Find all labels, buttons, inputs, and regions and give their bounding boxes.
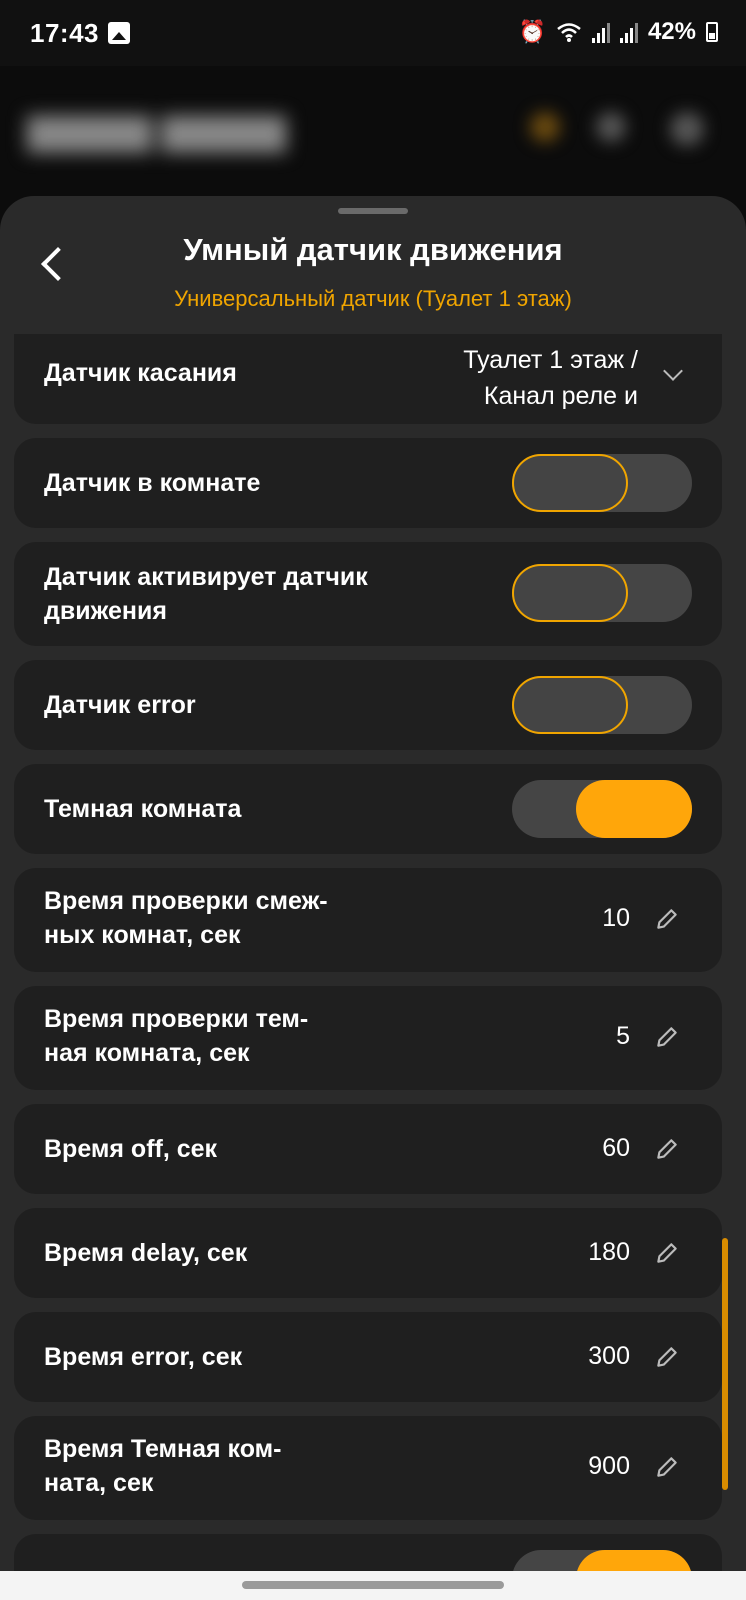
toggle-label: Датчик в комнате <box>44 469 261 497</box>
blurred-icon <box>530 112 560 142</box>
field-label-line1: Время Темная ком- <box>44 1435 282 1463</box>
sheet-title: Умный датчик движения <box>183 232 563 267</box>
toggle-knob <box>512 564 628 622</box>
settings-sheet: Умный датчик движения Универсальный датч… <box>0 196 746 1571</box>
battery-percent: 42% <box>647 18 696 45</box>
system-nav-bar <box>0 1571 746 1600</box>
drag-handle[interactable] <box>338 208 408 214</box>
dropdown-label: Датчик касания <box>44 359 237 387</box>
toggle-card-dark-room: Темная комната <box>14 764 722 854</box>
chevron-down-icon[interactable] <box>663 361 683 381</box>
pencil-icon[interactable] <box>654 1454 680 1480</box>
field-value: 10 <box>602 904 630 932</box>
field-value: 900 <box>588 1452 630 1480</box>
field-label-line1: Время проверки тем- <box>44 1005 309 1033</box>
sheet-subtitle: Универсальный датчик (Туалет 1 этаж) <box>174 286 572 311</box>
blurred-icon <box>596 112 626 142</box>
field-label: Время Темная ком- ната, сек <box>44 1432 282 1500</box>
toggle-card-activates-motion: Датчик активирует датчик движения <box>14 542 722 646</box>
field-value: 180 <box>588 1238 630 1266</box>
toggle-sensor-in-room[interactable] <box>512 454 692 512</box>
toggle-knob <box>512 454 628 512</box>
dropdown-value-line1: Туалет 1 этаж / <box>463 346 638 374</box>
pencil-icon[interactable] <box>654 1344 680 1370</box>
toggle-activates-motion[interactable] <box>512 564 692 622</box>
field-value: 60 <box>602 1134 630 1162</box>
field-label: Время delay, сек <box>44 1239 248 1267</box>
field-label-line2: ная комната, сек <box>44 1039 250 1067</box>
field-label: Время проверки тем- ная комната, сек <box>44 1002 308 1070</box>
field-value: 5 <box>616 1022 630 1050</box>
wifi-icon <box>557 23 581 42</box>
toggle-label: Темная комната <box>44 795 242 823</box>
toggle-card-sensor-in-room: Датчик в комнате <box>14 438 722 528</box>
field-value: 300 <box>588 1342 630 1370</box>
toggle-knob <box>512 676 628 734</box>
toggle-card-sensor-error: Датчик error <box>14 660 722 750</box>
status-icons: ⏰ 42% <box>519 18 718 46</box>
toggle-label: Датчик error <box>44 691 196 719</box>
signal-icon <box>619 21 638 43</box>
dropdown-value[interactable]: Туалет 1 этаж / Канал реле и <box>463 342 638 414</box>
field-label-line2: ната, сек <box>44 1469 154 1497</box>
pencil-icon[interactable] <box>654 906 680 932</box>
field-card-dark-room-check-time: Время проверки тем- ная комната, сек 5 <box>14 986 722 1090</box>
toggle-knob <box>576 1550 692 1571</box>
field-label: Время off, сек <box>44 1135 218 1163</box>
alarm-icon: ⏰ <box>518 19 546 45</box>
blurred-icon <box>670 112 704 146</box>
blurred-title: ▆▆▆▆ ▆▆▆▆ <box>28 107 286 151</box>
toggle-sensor-error[interactable] <box>512 676 692 734</box>
status-time: 17:43 <box>30 18 99 48</box>
toggle-partial[interactable] <box>512 1550 692 1571</box>
signal-icon <box>591 21 610 43</box>
field-label-line1: Время проверки смеж- <box>44 887 328 915</box>
field-label-line2: ных комнат, сек <box>44 921 241 949</box>
image-icon <box>108 22 130 44</box>
field-label: Время error, сек <box>44 1343 243 1371</box>
battery-icon <box>706 22 718 42</box>
toggle-label: Датчик активирует датчик движения <box>44 560 368 628</box>
pencil-icon[interactable] <box>654 1240 680 1266</box>
dropdown-card-touch-sensor[interactable]: Датчик касания Туалет 1 этаж / Канал рел… <box>14 334 722 424</box>
scrollbar[interactable] <box>722 1238 728 1490</box>
field-label: Время проверки смеж- ных комнат, сек <box>44 884 328 952</box>
status-bar: 17:43 ⏰ 42% <box>0 0 746 66</box>
next-card-partial <box>14 1534 722 1571</box>
toggle-dark-room[interactable] <box>512 780 692 838</box>
field-card-error-time: Время error, сек 300 <box>14 1312 722 1402</box>
field-card-dark-room-time: Время Темная ком- ната, сек 900 <box>14 1416 722 1520</box>
pencil-icon[interactable] <box>654 1024 680 1050</box>
pencil-icon[interactable] <box>654 1136 680 1162</box>
field-card-delay-time: Время delay, сек 180 <box>14 1208 722 1298</box>
field-card-adjacent-rooms-time: Время проверки смеж- ных комнат, сек 10 <box>14 868 722 972</box>
toggle-label-line2: движения <box>44 597 167 625</box>
field-card-off-time: Время off, сек 60 <box>14 1104 722 1194</box>
home-gesture-pill[interactable] <box>242 1581 504 1589</box>
toggle-knob <box>576 780 692 838</box>
dropdown-value-line2: Канал реле и <box>483 382 638 410</box>
toggle-label-line1: Датчик активирует датчик <box>44 563 368 591</box>
